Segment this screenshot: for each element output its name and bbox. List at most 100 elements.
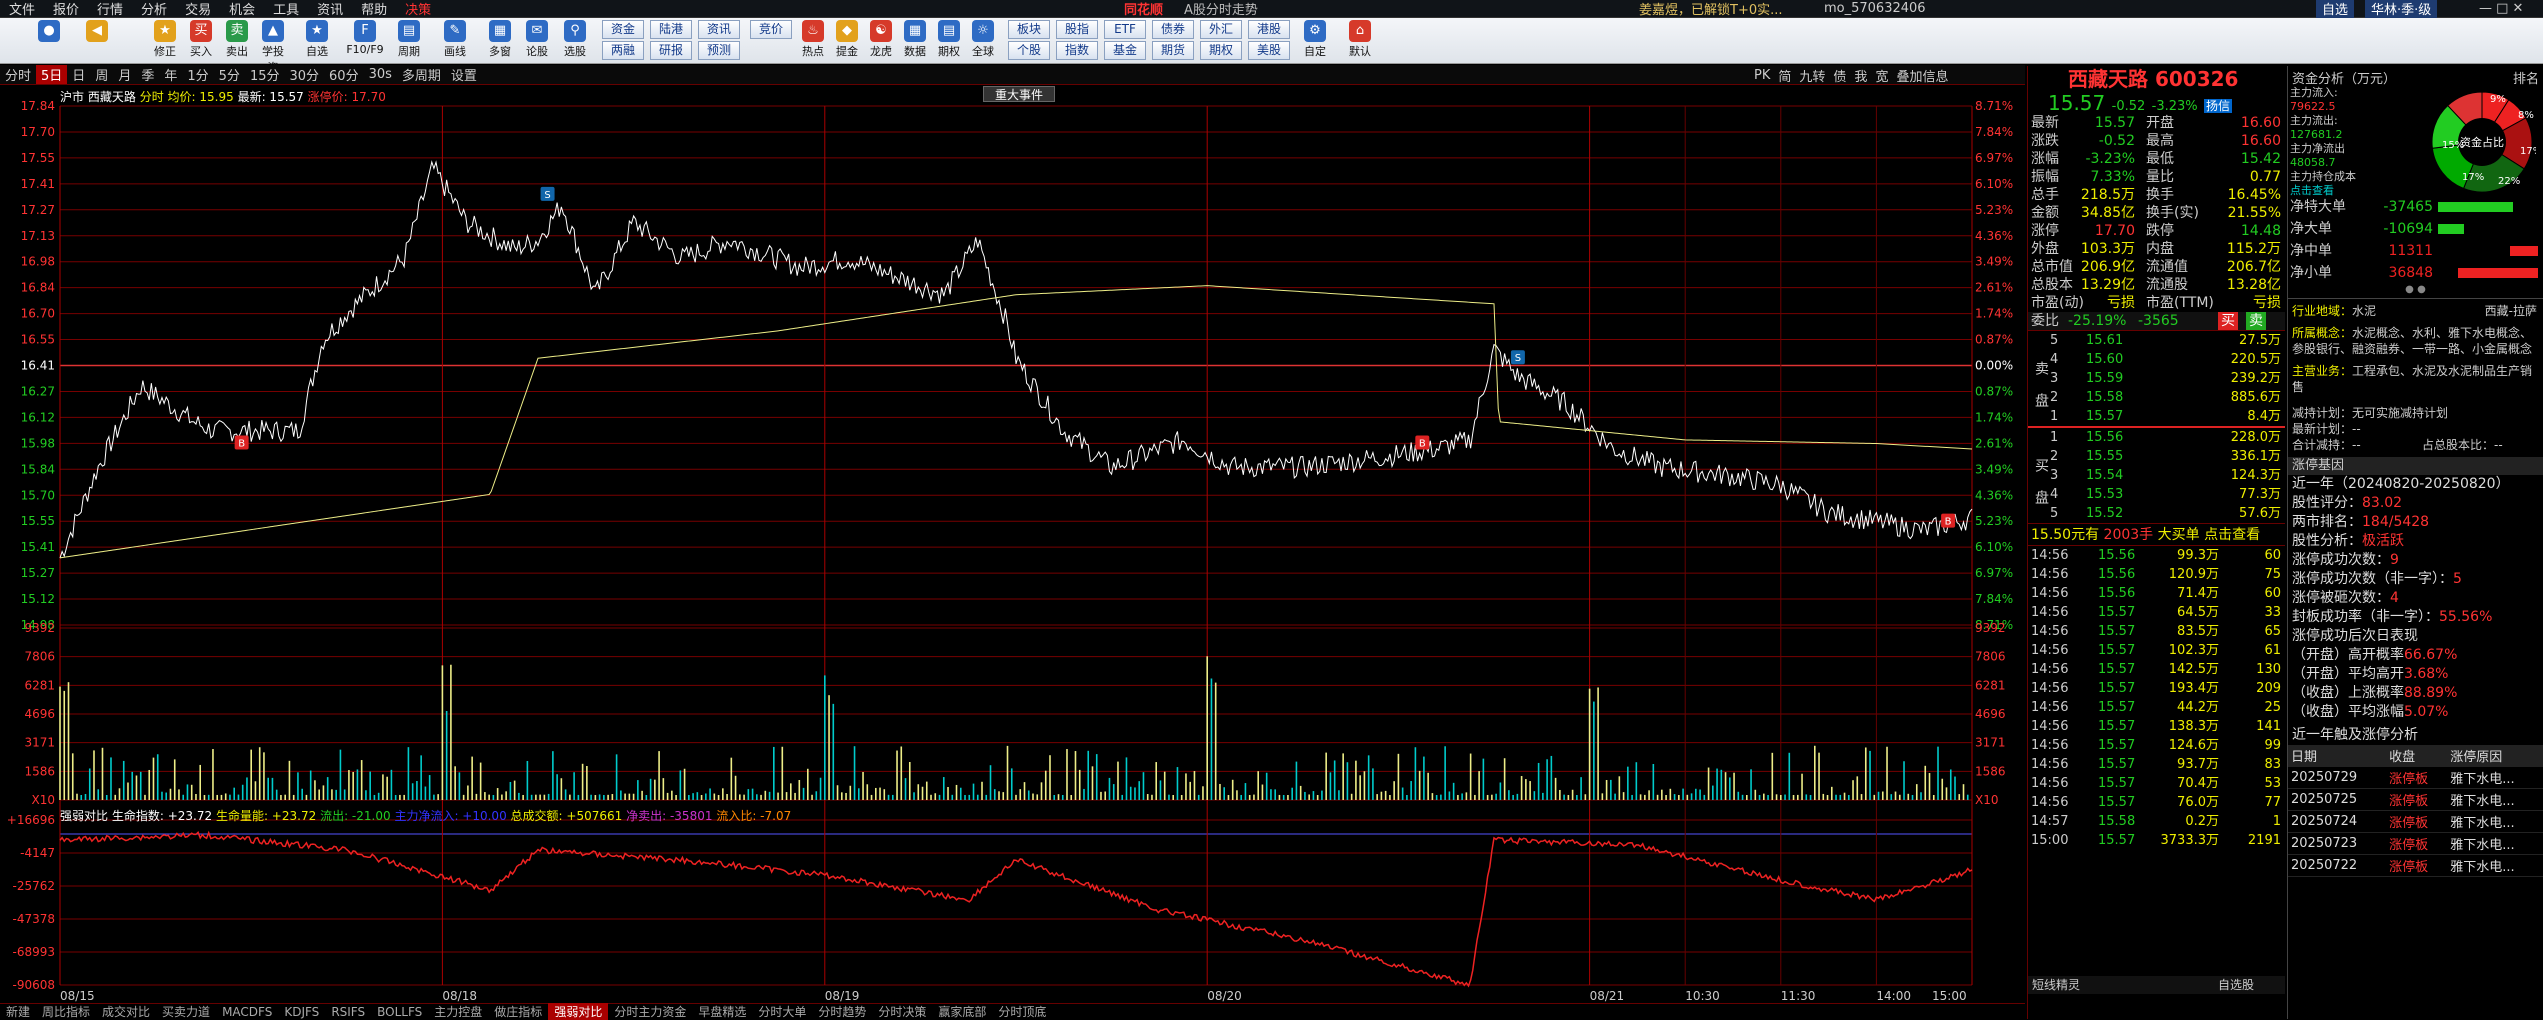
indicator-tab[interactable]: 强弱对比 bbox=[548, 1003, 609, 1020]
menu-trade[interactable]: 交易 bbox=[176, 0, 220, 18]
grid-research[interactable]: 研报 bbox=[650, 41, 692, 60]
grid-futures[interactable]: 期货 bbox=[1152, 41, 1194, 60]
shortline-elf[interactable]: 短线精灵 bbox=[2032, 978, 2080, 992]
order-level[interactable]: 1 15.56 228.0万 bbox=[2028, 428, 2285, 447]
opt-wide[interactable]: 宽 bbox=[1871, 66, 1892, 85]
multiwindow-button[interactable]: ▦ 多窗 bbox=[485, 20, 515, 59]
forum-button[interactable]: ✉ 论股 bbox=[522, 20, 552, 59]
period-30s[interactable]: 30s bbox=[364, 67, 397, 82]
home-icon[interactable]: ● bbox=[34, 20, 64, 43]
opt-pk[interactable]: PK bbox=[1750, 68, 1774, 83]
watchlist-button[interactable]: ★ 自选 bbox=[302, 20, 332, 59]
period-30m[interactable]: 30分 bbox=[284, 65, 324, 84]
grid-hkstock[interactable]: 港股 bbox=[1248, 20, 1290, 39]
menu-analysis[interactable]: 分析 bbox=[132, 0, 176, 18]
menu-help[interactable]: 帮助 bbox=[352, 0, 396, 18]
indicator-tab[interactable]: BOLLFS bbox=[371, 1005, 428, 1019]
grid-auction[interactable]: 竞价 bbox=[750, 20, 792, 39]
option-button[interactable]: ▤ 期权 bbox=[934, 20, 964, 59]
buy-button[interactable]: 买买入 bbox=[186, 20, 216, 59]
intraday-chart[interactable]: 17.84 8.71% 17.70 7.84% 17.55 6.97% 17.41 6.10%… bbox=[0, 86, 2025, 1016]
grid-index-fut[interactable]: 股指 bbox=[1056, 20, 1098, 39]
quick-buy-button[interactable]: 买 bbox=[2218, 312, 2238, 330]
period-5day[interactable]: 5日 bbox=[36, 65, 68, 84]
stock-tag[interactable]: 扬信 bbox=[2203, 99, 2232, 113]
indicator-tab[interactable]: 分时决策 bbox=[872, 1003, 932, 1020]
fix-button[interactable]: ★ 修正 bbox=[150, 20, 180, 59]
order-level[interactable]: 1 15.57 8.4万 bbox=[2028, 407, 2285, 426]
hotspot-button[interactable]: ♨ 热点 bbox=[798, 20, 828, 59]
grid-fundprod[interactable]: 基金 bbox=[1104, 41, 1146, 60]
dragon-button[interactable]: ☯ 龙虎 bbox=[866, 20, 896, 59]
zt-hist-row[interactable]: 20250725 涨停板 雅下水电... bbox=[2288, 788, 2543, 811]
indicator-tab[interactable]: MACDFS bbox=[216, 1005, 278, 1019]
menu-market[interactable]: 行情 bbox=[88, 0, 132, 18]
zt-hist-row[interactable]: 20250723 涨停板 雅下水电... bbox=[2288, 832, 2543, 855]
quick-sell-button[interactable]: 卖 bbox=[2246, 312, 2266, 330]
window-controls[interactable]: — □ ✕ bbox=[2470, 1, 2532, 16]
big-order-line[interactable]: 15.50元有 2003手 大买单 点击查看 bbox=[2028, 524, 2285, 546]
opt-simple[interactable]: 简 bbox=[1774, 66, 1795, 85]
menu-tools[interactable]: 工具 bbox=[264, 0, 308, 18]
zt-hist-row[interactable]: 20250729 涨停板 雅下水电... bbox=[2288, 766, 2543, 789]
indicator-tab[interactable]: 早盘精选 bbox=[692, 1003, 752, 1020]
default-button[interactable]: ⌂ 默认 bbox=[1345, 20, 1375, 59]
indicator-tab[interactable]: 主力控盘 bbox=[428, 1003, 488, 1020]
screener-button[interactable]: ⚲ 选股 bbox=[560, 20, 590, 59]
indicator-tab[interactable]: 分时顶底 bbox=[992, 1003, 1052, 1020]
period-year[interactable]: 年 bbox=[159, 65, 182, 84]
period-minute[interactable]: 分时 bbox=[0, 65, 36, 84]
sell-button[interactable]: 卖卖出 bbox=[222, 20, 252, 59]
draw-button[interactable]: ✎ 画线 bbox=[440, 20, 470, 59]
period-60m[interactable]: 60分 bbox=[324, 65, 364, 84]
tick-list[interactable]: 14:56 15.56 99.3万 60 14:56 15.56 120.9万 75 14:56… bbox=[2028, 546, 2285, 850]
order-level[interactable]: 3 15.59 239.2万 bbox=[2028, 369, 2285, 388]
grid-bond[interactable]: 债券 bbox=[1152, 20, 1194, 39]
indicator-tab[interactable]: 赢家底部 bbox=[932, 1003, 992, 1020]
menu-opportunity[interactable]: 机会 bbox=[220, 0, 264, 18]
indicator-tab[interactable]: KDJFS bbox=[278, 1005, 325, 1019]
order-level[interactable]: 3 15.54 124.3万 bbox=[2028, 466, 2285, 485]
period-5m[interactable]: 5分 bbox=[214, 65, 245, 84]
indicator-tab[interactable]: RSIFS bbox=[325, 1005, 371, 1019]
period-month[interactable]: 月 bbox=[113, 65, 136, 84]
grid-hk[interactable]: 陆港 bbox=[650, 20, 692, 39]
user-info[interactable]: 姜嘉煜，已解锁T+0实... bbox=[1630, 0, 1792, 18]
menu-file[interactable]: 文件 bbox=[0, 0, 44, 18]
indicator-tab[interactable]: 买卖力道 bbox=[156, 1003, 216, 1020]
zt-hist-row[interactable]: 20250724 涨停板 雅下水电... bbox=[2288, 810, 2543, 833]
order-level[interactable]: 5 15.61 27.5万 bbox=[2028, 331, 2285, 350]
order-level[interactable]: 4 15.60 220.5万 bbox=[2028, 350, 2285, 369]
grid-fund[interactable]: 资金 bbox=[602, 20, 644, 39]
indicator-tab[interactable]: 分时趋势 bbox=[812, 1003, 872, 1020]
grid-fx[interactable]: 外汇 bbox=[1200, 20, 1242, 39]
period-multi[interactable]: 多周期 bbox=[397, 65, 446, 84]
order-level[interactable]: 2 15.55 336.1万 bbox=[2028, 447, 2285, 466]
grid-etf[interactable]: ETF bbox=[1104, 20, 1146, 39]
opt-ninturn[interactable]: 九转 bbox=[1795, 66, 1829, 85]
period-button[interactable]: ▤ 周期 bbox=[394, 20, 424, 59]
indicator-tab[interactable]: 成交对比 bbox=[96, 1003, 156, 1020]
zt-hist-row[interactable]: 20250722 涨停板 雅下水电... bbox=[2288, 854, 2543, 877]
custom-button[interactable]: ⚙ 自定 bbox=[1300, 20, 1330, 59]
opt-overlay[interactable]: 叠加信息 bbox=[1892, 66, 1952, 85]
menu-news[interactable]: 资讯 bbox=[308, 0, 352, 18]
grid-options[interactable]: 期权 bbox=[1200, 41, 1242, 60]
order-level[interactable]: 4 15.53 77.3万 bbox=[2028, 485, 2285, 504]
indicator-tab[interactable]: 周比指标 bbox=[36, 1003, 96, 1020]
indicator-tab[interactable]: 分时大单 bbox=[752, 1003, 812, 1020]
indicator-tab[interactable]: 做庄指标 bbox=[488, 1003, 548, 1020]
global-button[interactable]: ☼ 全球 bbox=[968, 20, 998, 59]
grid-news[interactable]: 资讯 bbox=[698, 20, 740, 39]
grid-sector[interactable]: 板块 bbox=[1008, 20, 1050, 39]
menu-quote[interactable]: 报价 bbox=[44, 0, 88, 18]
opt-bond[interactable]: 债 bbox=[1829, 66, 1850, 85]
period-quarter[interactable]: 季 bbox=[136, 65, 159, 84]
period-day[interactable]: 日 bbox=[67, 65, 90, 84]
period-15m[interactable]: 15分 bbox=[245, 65, 285, 84]
sys-button-account[interactable]: 华林·季·级 bbox=[2365, 0, 2438, 18]
indicator-tab[interactable]: 分时主力资金 bbox=[608, 1003, 692, 1020]
grid-margin[interactable]: 两融 bbox=[602, 41, 644, 60]
order-level[interactable]: 5 15.52 57.6万 bbox=[2028, 504, 2285, 523]
menu-decision[interactable]: 决策 bbox=[396, 0, 440, 18]
